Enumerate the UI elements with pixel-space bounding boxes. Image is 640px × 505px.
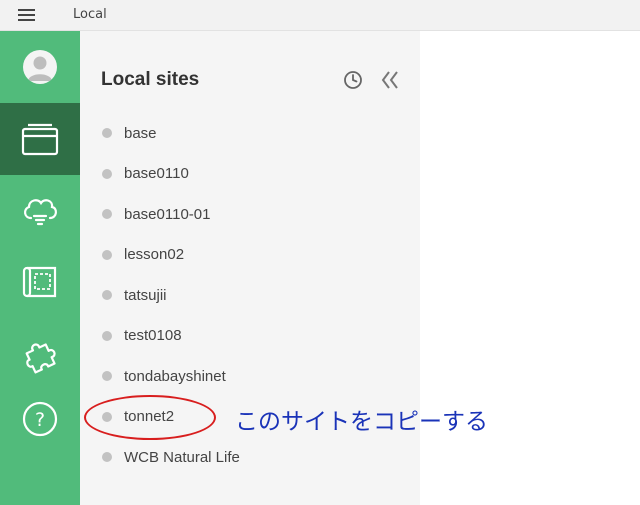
site-name: tondabayshinet [124,367,226,385]
title-bar: Local [0,0,640,31]
app-title: Local [73,7,107,22]
local-sites-icon [21,123,59,156]
site-status-dot [102,209,112,220]
site-name: base0110-01 [124,205,211,223]
site-status-dot [102,290,112,301]
clock-icon[interactable] [342,69,364,95]
site-name: base0110 [124,165,189,183]
site-name: WCB Natural Life [124,448,240,466]
site-name: test0108 [124,327,182,345]
addons-puzzle-icon [25,343,56,374]
site-status-dot [102,128,112,139]
site-name: base [124,124,157,142]
site-item[interactable]: base0110-01 [80,194,420,235]
cloud-connect-icon [24,199,57,226]
site-name: tatsujii [124,286,167,304]
site-item[interactable]: base0110 [80,154,420,195]
site-status-dot [102,452,112,463]
site-status-dot [102,371,112,382]
site-status-dot [102,249,112,260]
site-status-dot [102,330,112,341]
collapse-icon[interactable] [379,69,401,95]
site-item[interactable]: test0108 [80,316,420,357]
site-item[interactable]: tondabayshinet [80,356,420,397]
rail-item-account[interactable] [0,31,80,103]
hamburger-menu-icon[interactable] [18,9,35,21]
blueprints-icon [22,266,57,298]
site-name: lesson02 [124,246,185,264]
site-item[interactable]: base [80,113,420,154]
help-icon: ? [22,401,58,437]
user-avatar-icon [23,50,57,84]
site-item[interactable]: tatsujii [80,275,420,316]
rail-item-addons[interactable] [0,319,80,391]
panel-title: Local sites [101,69,200,90]
svg-text:?: ? [35,409,45,431]
site-item[interactable]: lesson02 [80,235,420,276]
site-status-dot [102,411,112,422]
rail-item-blueprints[interactable] [0,247,80,319]
rail-item-connect[interactable] [0,175,80,247]
site-name: tonnet2 [124,408,175,426]
rail-item-help[interactable]: ? [0,383,80,455]
site-item[interactable]: WCB Natural Life [80,437,420,478]
sidebar-rail: ? [0,31,80,505]
annotation-text: このサイトをコピーする [235,409,488,435]
rail-item-local-sites[interactable] [0,103,80,175]
site-status-dot [102,168,112,179]
